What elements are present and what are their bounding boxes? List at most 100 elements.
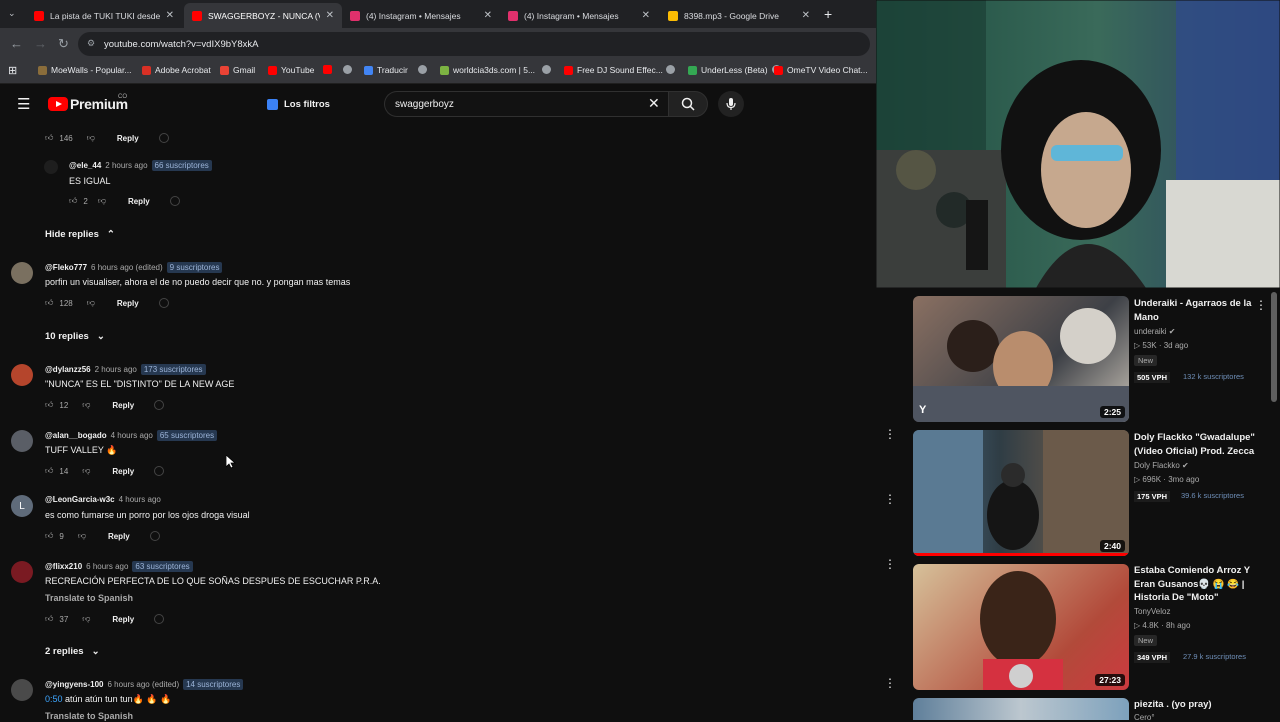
bookmark-underless[interactable]: UnderLess (Beta): [688, 65, 768, 75]
comment-menu-icon[interactable]: ⋮: [884, 676, 896, 690]
voice-search-button[interactable]: [718, 91, 744, 117]
bookmark-youtube[interactable]: YouTube: [268, 65, 314, 75]
like-icon[interactable]: 👍︎: [45, 531, 53, 541]
reply-button[interactable]: Reply: [128, 197, 150, 206]
comment-menu-icon[interactable]: ⋮: [884, 427, 896, 441]
comment-author[interactable]: @yingyens-100: [45, 680, 104, 689]
browser-tab-3[interactable]: (4) Instagram • Mensajes ✕: [342, 3, 500, 28]
bookmark-globe[interactable]: [343, 65, 356, 74]
browser-tab-1[interactable]: La pista de TUKI TUKI desde ce ✕: [26, 3, 182, 28]
new-tab-button[interactable]: +: [824, 6, 832, 22]
reply-button[interactable]: Reply: [117, 134, 139, 143]
avatar[interactable]: [44, 160, 58, 174]
dislike-icon[interactable]: 👎︎: [87, 133, 95, 143]
avatar[interactable]: L: [11, 495, 33, 517]
reply-button[interactable]: Reply: [108, 532, 130, 541]
site-info-icon[interactable]: ⚙: [87, 38, 95, 49]
video-thumbnail[interactable]: Y 2:25: [913, 296, 1129, 422]
reply-button[interactable]: Reply: [112, 467, 134, 476]
comment-time[interactable]: 6 hours ago (edited): [108, 680, 180, 689]
apps-grid-icon[interactable]: ⊞: [8, 64, 17, 77]
dislike-icon[interactable]: 👎︎: [82, 466, 90, 476]
video-thumbnail[interactable]: [913, 698, 1129, 720]
comment-author[interactable]: @flixx210: [45, 562, 82, 571]
video-title[interactable]: Doly Flackko "Gwadalupe" (Video Oficial)…: [1134, 431, 1264, 458]
comment-author[interactable]: @LeonGarcia-w3c: [45, 495, 115, 504]
video-title[interactable]: Underaiki - Agarraos de la Mano: [1134, 297, 1264, 324]
youtube-logo-icon[interactable]: [48, 97, 68, 111]
tab-search-icon[interactable]: ⌄: [8, 8, 16, 19]
comment-time[interactable]: 4 hours ago: [119, 495, 161, 504]
timestamp-link[interactable]: 0:50: [45, 694, 63, 704]
channel-name[interactable]: Doly Flackko ✔: [1134, 461, 1189, 470]
comment-menu-icon[interactable]: ⋮: [884, 492, 896, 506]
comment-author[interactable]: @Fleko777: [45, 263, 87, 272]
bookmark-ometv[interactable]: OmeTV Video Chat...: [774, 65, 868, 75]
comment-time[interactable]: 6 hours ago (edited): [91, 263, 163, 272]
video-menu-icon[interactable]: ⋮: [1255, 298, 1267, 312]
video-title[interactable]: Estaba Comiendo Arroz Y Eran Gusanos💀 😭 …: [1134, 564, 1264, 605]
reply-button[interactable]: Reply: [112, 401, 134, 410]
bookmark-traducir[interactable]: Traducir: [364, 65, 408, 75]
bookmark-gmail[interactable]: Gmail: [220, 65, 255, 75]
address-bar[interactable]: ⚙ youtube.com/watch?v=vdIX9bY8xkA: [78, 32, 870, 56]
show-replies-button[interactable]: 10 replies ⌄: [45, 331, 105, 342]
back-arrow-icon[interactable]: ←: [10, 36, 23, 51]
dislike-icon[interactable]: 👎︎: [78, 531, 86, 541]
avatar[interactable]: [11, 364, 33, 386]
channel-name[interactable]: Cero°: [1134, 713, 1155, 722]
like-icon[interactable]: 👍︎: [45, 614, 53, 624]
like-icon[interactable]: 👍︎: [69, 196, 77, 206]
close-tab-icon[interactable]: ✕: [642, 10, 650, 21]
video-title[interactable]: piezita . (yo pray): [1134, 698, 1280, 712]
show-replies-button[interactable]: 2 replies ⌄: [45, 646, 100, 657]
browser-tab-5[interactable]: 8398.mp3 - Google Drive ✕: [660, 3, 818, 28]
like-icon[interactable]: 👍︎: [45, 133, 53, 143]
avatar[interactable]: [11, 561, 33, 583]
video-thumbnail[interactable]: 2:40: [913, 430, 1129, 556]
like-icon[interactable]: 👍︎: [45, 400, 53, 410]
dislike-icon[interactable]: 👎︎: [87, 298, 95, 308]
search-button[interactable]: [668, 91, 708, 117]
channel-name[interactable]: TonyVeloz: [1134, 607, 1170, 616]
dislike-icon[interactable]: 👎︎: [98, 196, 106, 206]
reload-icon[interactable]: ↻: [58, 36, 69, 52]
dislike-icon[interactable]: 👎︎: [82, 614, 90, 624]
comment-menu-icon[interactable]: ⋮: [884, 557, 896, 571]
close-tab-icon[interactable]: ✕: [802, 10, 810, 21]
bookmark-adobe-acrobat[interactable]: Adobe Acrobat: [142, 65, 211, 75]
close-tab-icon[interactable]: ✕: [326, 10, 334, 21]
filters-button[interactable]: Los filtros: [259, 93, 338, 115]
clear-search-icon[interactable]: ✕: [648, 95, 660, 112]
comment-time[interactable]: 6 hours ago: [86, 562, 128, 571]
translate-link[interactable]: Translate to Spanish: [45, 593, 133, 603]
comment-author[interactable]: @dylanzz56: [45, 365, 91, 374]
bookmark-globe-4[interactable]: [666, 65, 679, 74]
comment-author[interactable]: @ele_44: [69, 161, 101, 170]
avatar[interactable]: [11, 679, 33, 701]
hide-replies-button[interactable]: Hide replies ⌃: [45, 229, 115, 240]
bookmark-moewalls[interactable]: MoeWalls - Popular...: [38, 65, 131, 75]
comment-author[interactable]: @alan__bogado: [45, 431, 107, 440]
avatar[interactable]: [11, 262, 33, 284]
bookmark-globe-3[interactable]: [542, 65, 555, 74]
comment-time[interactable]: 4 hours ago: [111, 431, 153, 440]
reply-button[interactable]: Reply: [112, 615, 134, 624]
scrollbar[interactable]: [1271, 292, 1277, 402]
forward-arrow-icon[interactable]: →: [34, 36, 47, 51]
reply-button[interactable]: Reply: [117, 299, 139, 308]
bookmark-worldcia3ds[interactable]: worldcia3ds.com | 5...: [440, 65, 535, 75]
avatar[interactable]: [11, 430, 33, 452]
dislike-icon[interactable]: 👎︎: [82, 400, 90, 410]
like-icon[interactable]: 👍︎: [45, 466, 53, 476]
like-icon[interactable]: 👍︎: [45, 298, 53, 308]
channel-name[interactable]: underaiki ✔: [1134, 327, 1175, 336]
browser-tab-2[interactable]: SWAGGERBOYZ - NUNCA (Vide ✕: [184, 3, 342, 28]
video-thumbnail[interactable]: 27:23: [913, 564, 1129, 690]
browser-tab-4[interactable]: (4) Instagram • Mensajes ✕: [500, 3, 658, 28]
bookmark-free-dj[interactable]: Free DJ Sound Effec...: [564, 65, 663, 75]
menu-hamburger-icon[interactable]: ☰: [17, 95, 30, 113]
comment-time[interactable]: 2 hours ago: [95, 365, 137, 374]
search-input[interactable]: swaggerboyz: [384, 91, 670, 117]
bookmark-youtube-2[interactable]: [323, 65, 336, 74]
